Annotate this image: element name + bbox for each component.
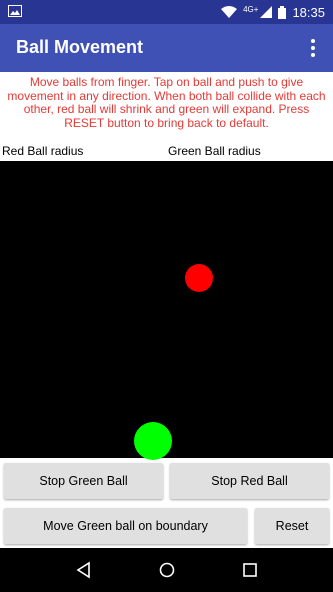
overflow-menu-icon[interactable] bbox=[303, 38, 323, 58]
network-type: 4G+ bbox=[243, 4, 259, 14]
status-bar: 4G+ 18:35 bbox=[0, 0, 333, 24]
battery-icon bbox=[278, 5, 287, 19]
image-icon bbox=[8, 5, 22, 17]
instructions-text: Move balls from finger. Tap on ball and … bbox=[7, 75, 326, 130]
signal-icon bbox=[260, 6, 273, 18]
back-icon[interactable] bbox=[74, 560, 94, 580]
clock: 18:35 bbox=[292, 4, 325, 20]
move-green-boundary-button[interactable]: Move Green ball on boundary bbox=[4, 508, 247, 544]
recents-icon[interactable] bbox=[240, 560, 260, 580]
status-icons: 4G+ 18:35 bbox=[221, 0, 325, 24]
ball-canvas[interactable] bbox=[0, 161, 333, 460]
green-radius-label: Green Ball radius bbox=[168, 144, 261, 158]
app-title: Ball Movement bbox=[16, 37, 144, 57]
red-radius-label: Red Ball radius bbox=[2, 144, 84, 158]
wifi-icon bbox=[221, 6, 238, 18]
stop-red-ball-button[interactable]: Stop Red Ball bbox=[170, 463, 329, 499]
home-icon[interactable] bbox=[157, 560, 177, 580]
red-ball[interactable] bbox=[185, 264, 213, 292]
app-bar: Ball Movement bbox=[0, 24, 333, 72]
reset-button[interactable]: Reset bbox=[255, 508, 329, 544]
stop-green-ball-button[interactable]: Stop Green Ball bbox=[4, 463, 163, 499]
green-ball[interactable] bbox=[134, 422, 172, 460]
navigation-bar bbox=[0, 548, 333, 592]
